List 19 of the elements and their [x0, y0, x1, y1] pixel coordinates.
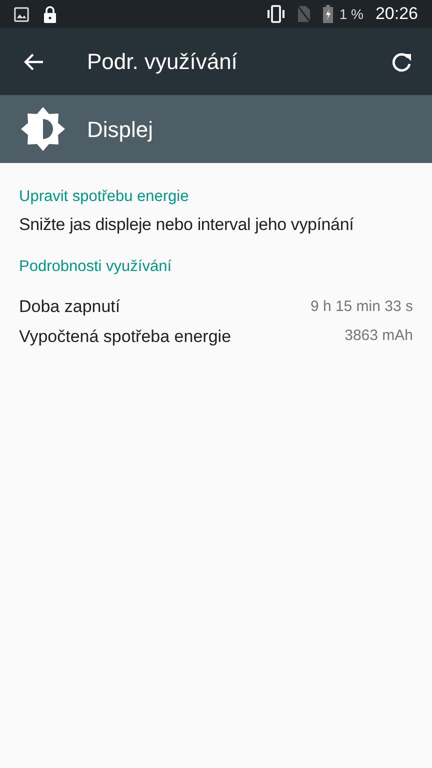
- vibrate-icon: [265, 5, 288, 23]
- setting-summary[interactable]: Snižte jas displeje nebo interval jeho vypínání: [19, 212, 413, 238]
- detail-value: 9 h 15 min 33 s: [310, 296, 413, 316]
- battery-icon: [323, 5, 334, 23]
- detail-label: Vypočtená spotřeba energie: [19, 326, 232, 348]
- clock: 20:26: [375, 3, 418, 26]
- battery-percent: 1 %: [339, 4, 364, 24]
- refresh-icon: [392, 52, 412, 72]
- no-sim-icon: [297, 5, 312, 23]
- app-title: Displej: [87, 116, 154, 144]
- detail-value: 3863 mAh: [344, 326, 413, 346]
- brightness-icon: [20, 106, 66, 152]
- lock-icon: [43, 6, 57, 22]
- back-arrow-icon: [24, 52, 44, 70]
- section-header: Podrobnosti využívání: [19, 256, 173, 277]
- picture-icon: [14, 6, 29, 22]
- detail-label: Doba zapnutí: [19, 296, 120, 318]
- toolbar-title: Podr. využívání: [87, 48, 238, 76]
- section-header: Upravit spotřebu energie: [19, 187, 190, 207]
